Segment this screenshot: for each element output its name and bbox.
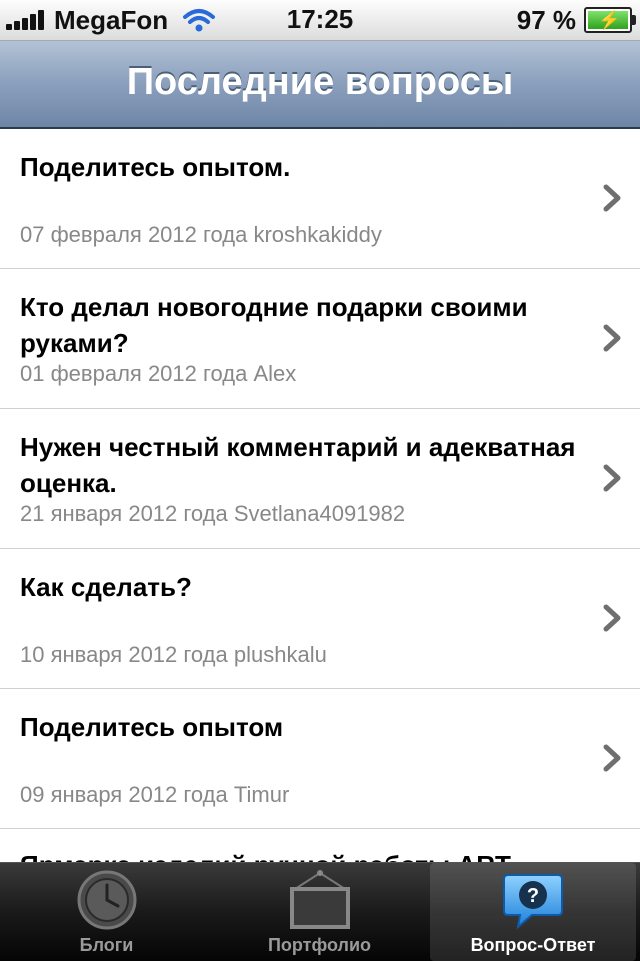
chevron-right-icon — [603, 464, 621, 492]
status-bar: MegaFon 17:25 97 % ⚡ — [0, 0, 640, 41]
navigation-bar: Последние вопросы — [0, 41, 640, 129]
question-row[interactable]: Кто делал новогодние подарки своими рука… — [0, 269, 640, 409]
question-title: Ярмарка изделий ручной работы ART — [20, 847, 580, 862]
tab-blogs[interactable]: Блоги — [0, 863, 213, 961]
chevron-right-icon — [603, 184, 621, 212]
question-meta: 21 января 2012 года Svetlana4091982 — [20, 501, 406, 526]
question-row[interactable]: Поделитесь опытом. 07 февраля 2012 года … — [0, 129, 640, 269]
question-row[interactable]: Ярмарка изделий ручной работы ART — [0, 829, 640, 862]
question-meta: 10 января 2012 года plushkalu — [20, 642, 327, 667]
question-title: Нужен честный комментарий и адекватная о… — [20, 432, 576, 498]
tab-portfolio[interactable]: Портфолио — [213, 863, 426, 961]
question-title: Поделитесь опытом — [20, 712, 284, 742]
tab-label: Вопрос-Ответ — [470, 935, 596, 955]
question-meta: 01 февраля 2012 года Alex — [20, 361, 297, 386]
tab-label: Блоги — [79, 935, 134, 955]
clock-icon — [77, 870, 136, 930]
question-title: Кто делал новогодние подарки своими рука… — [20, 292, 528, 358]
questions-list[interactable]: Поделитесь опытом. 07 февраля 2012 года … — [0, 129, 640, 862]
chevron-right-icon — [603, 744, 621, 772]
picture-frame-icon — [289, 870, 350, 929]
page-title: Последние вопросы — [126, 61, 514, 103]
question-meta: 09 января 2012 года Timur — [20, 782, 290, 807]
battery-percent: 97 % — [516, 4, 576, 35]
question-title: Поделитесь опытом. — [20, 152, 291, 182]
chevron-right-icon — [603, 324, 621, 352]
chevron-right-icon — [603, 604, 621, 632]
question-bubble-icon: ? — [503, 874, 563, 930]
status-right: 97 % ⚡ — [516, 4, 636, 36]
svg-text:?: ? — [527, 885, 539, 907]
tab-label: Портфолио — [267, 935, 372, 955]
question-meta: 07 февраля 2012 года kroshkakiddy — [20, 222, 382, 247]
tab-bar: Блоги Портфолио ? Вопрос-Ответ — [0, 862, 640, 961]
battery-icon: ⚡ — [584, 7, 636, 33]
question-row[interactable]: Поделитесь опытом 09 января 2012 года Ti… — [0, 689, 640, 829]
question-row[interactable]: Как сделать? 10 января 2012 года plushka… — [0, 549, 640, 689]
tab-qa[interactable]: ? Вопрос-Ответ — [430, 863, 636, 961]
question-title: Как сделать? — [20, 572, 192, 602]
question-row[interactable]: Нужен честный комментарий и адекватная о… — [0, 409, 640, 549]
